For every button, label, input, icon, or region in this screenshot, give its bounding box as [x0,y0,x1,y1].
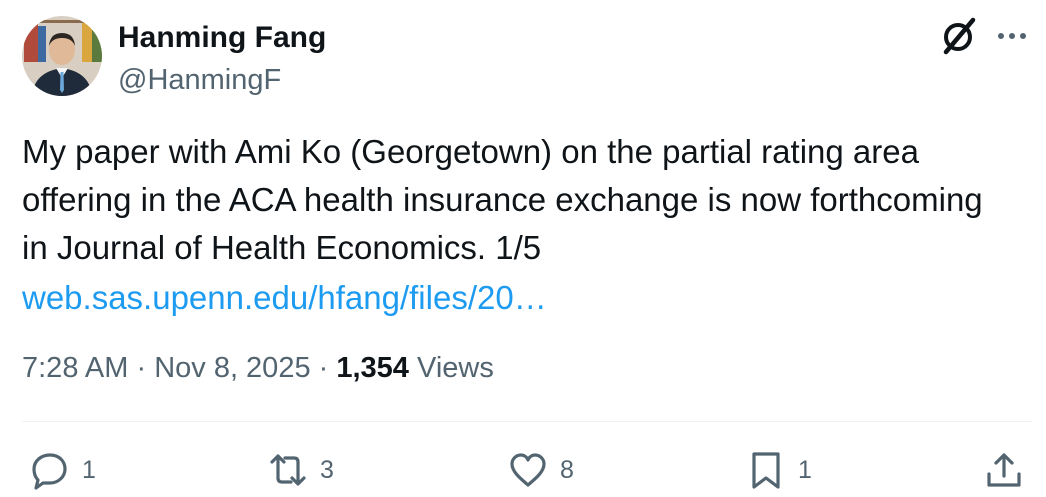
reply-button[interactable]: 1 [30,446,96,494]
tweet-date[interactable]: Nov 8, 2025 [154,352,310,384]
author-handle[interactable]: @HanmingF [118,60,281,100]
bookmark-icon [752,452,780,489]
share-button[interactable] [984,446,1024,494]
repost-button[interactable]: 3 [268,446,334,494]
repost-icon [270,454,306,486]
avatar[interactable] [22,16,102,96]
meta-separator: · [128,352,155,384]
views-count: 1,354 [336,352,409,384]
bookmark-button[interactable]: 1 [746,446,812,494]
reply-icon [32,453,67,490]
tweet-time[interactable]: 7:28 AM [22,352,128,384]
bookmark-count: 1 [798,455,812,484]
meta-separator: · [310,352,337,384]
divider [22,421,1032,422]
avatar-photo [22,16,102,96]
reply-count: 1 [82,455,96,484]
tweet-text: My paper with Ami Ko (Georgetown) on the… [22,133,983,266]
tweet-meta: 7:28 AM · Nov 8, 2025 · 1,354 Views [22,348,494,388]
like-button[interactable]: 8 [508,446,574,494]
heart-icon [510,453,546,487]
views-label: Views [408,352,494,384]
like-count: 8 [560,455,574,484]
tweet-link[interactable]: web.sas.upenn.edu/hfang/files/20… [22,274,547,322]
repost-count: 3 [320,455,334,484]
more-horizontal-icon[interactable] [996,22,1028,50]
grok-icon[interactable] [940,16,978,56]
share-icon [987,453,1021,487]
author-display-name[interactable]: Hanming Fang [118,18,326,58]
tweet-card: Hanming Fang @HanmingF My paper with Ami… [0,0,1046,497]
